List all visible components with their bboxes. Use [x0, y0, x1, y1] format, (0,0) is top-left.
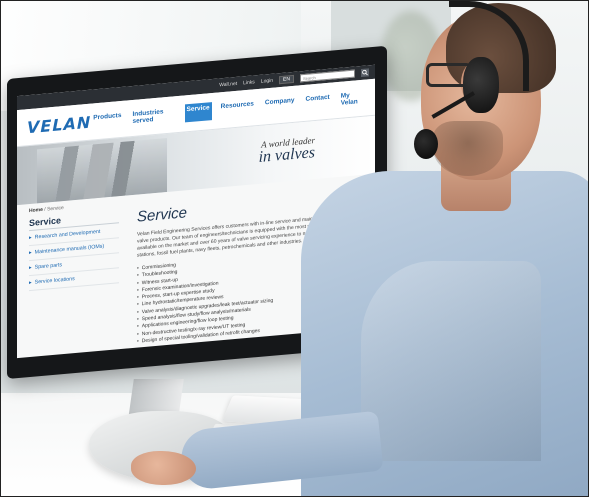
nav-industries[interactable]: Industries served: [130, 105, 177, 127]
person-beard: [433, 121, 503, 176]
language-select[interactable]: EN: [279, 74, 294, 85]
sidebar: Service Research and Development Mainten…: [29, 210, 119, 355]
shirt-shading: [361, 261, 541, 461]
microphone-icon: [414, 129, 438, 159]
breadcrumb-home[interactable]: Home: [29, 207, 43, 214]
breadcrumb-separator: /: [44, 206, 46, 213]
tagline-large: in valves: [258, 144, 315, 166]
nav-my-velan[interactable]: My Velan: [339, 89, 365, 109]
nav-resources[interactable]: Resources: [219, 98, 256, 119]
search-icon: [362, 69, 368, 76]
photo: Wall.net Links Login EN Search VELAN Pro…: [0, 0, 589, 497]
search-button[interactable]: [361, 68, 369, 78]
nav-products[interactable]: Products: [91, 110, 123, 131]
topbar-link-links[interactable]: Links: [243, 79, 255, 86]
topbar-link-login[interactable]: Login: [261, 78, 273, 85]
topbar-link-wall[interactable]: Wall.net: [219, 81, 237, 89]
breadcrumb-current: Service: [47, 205, 64, 213]
nav-service[interactable]: Service: [184, 102, 212, 123]
nav-company[interactable]: Company: [263, 95, 297, 116]
person-hand: [131, 451, 196, 485]
valve-machinery-image: [37, 138, 167, 204]
headset-earcup: [463, 57, 499, 113]
nav-contact[interactable]: Contact: [304, 92, 332, 112]
velan-logo[interactable]: VELAN: [27, 112, 91, 137]
